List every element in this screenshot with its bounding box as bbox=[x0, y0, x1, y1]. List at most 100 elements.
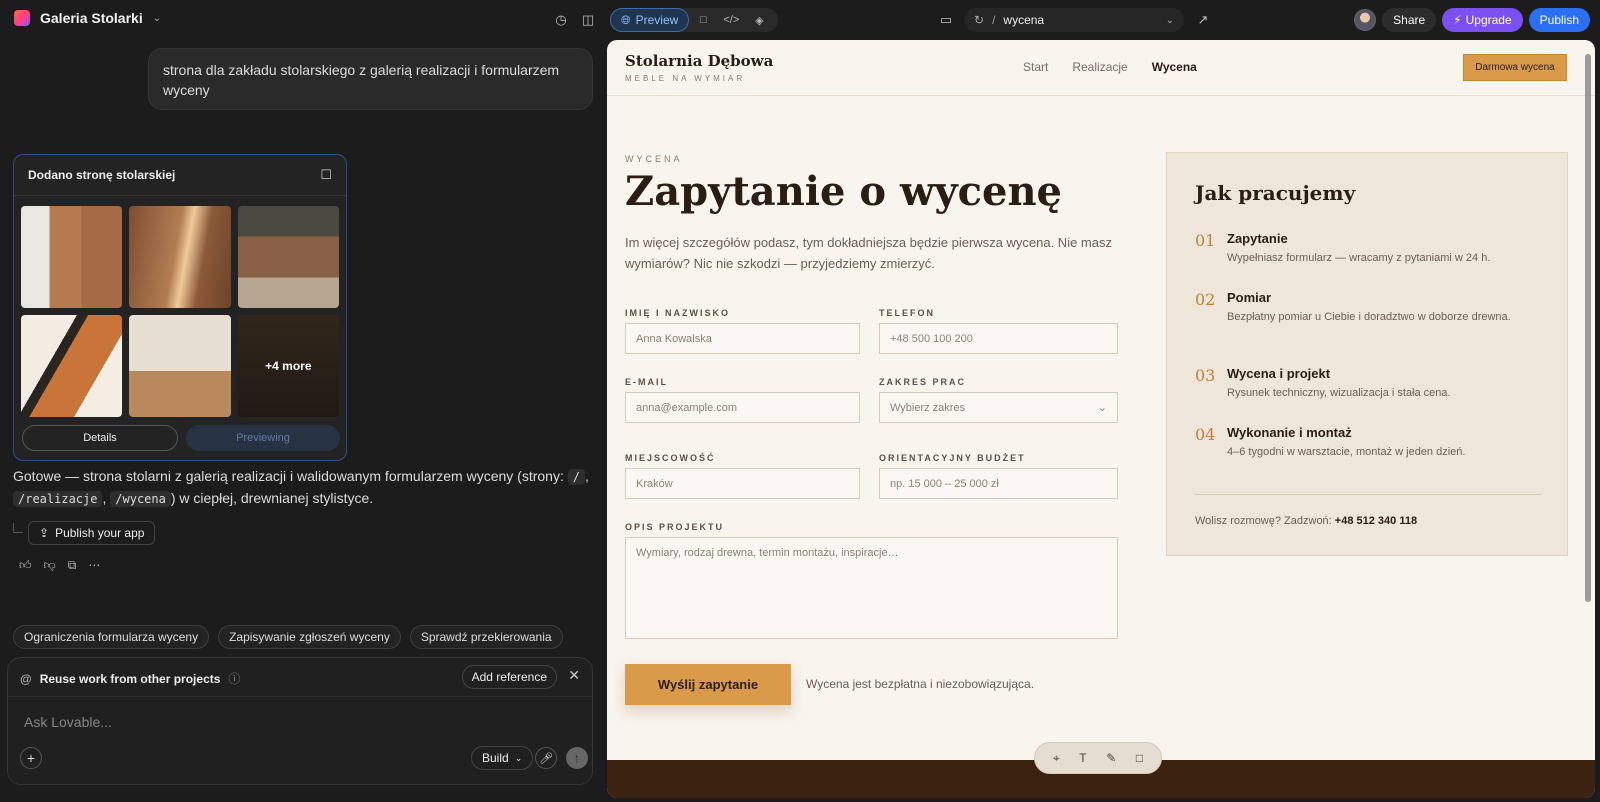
page-lead: Im więcej szczegółów podasz, tym dokładn… bbox=[625, 235, 1112, 271]
call-phone[interactable]: +48 512 340 118 bbox=[1335, 515, 1417, 527]
thumbs-up-icon[interactable]: 👍︎ bbox=[19, 558, 32, 573]
send-button[interactable]: ↑ bbox=[566, 747, 588, 769]
submit-note: Wycena jest bezpłatna i niezobowiązująca… bbox=[806, 677, 1035, 691]
step-title: Wycena i projekt bbox=[1227, 366, 1331, 381]
reuse-label: Reuse work from other projects bbox=[39, 671, 221, 686]
text-icon[interactable]: T bbox=[1079, 751, 1086, 765]
preview-label: Preview bbox=[635, 13, 679, 27]
upgrade-button[interactable]: ⚡︎ Upgrade bbox=[1442, 8, 1523, 32]
page-title: Zapytanie o wycenę bbox=[625, 168, 1062, 215]
globe-icon: 🌐︎ bbox=[621, 12, 631, 27]
chevron-down-icon[interactable]: ⌄ bbox=[1166, 15, 1174, 26]
share-button[interactable]: Share bbox=[1382, 8, 1437, 32]
add-reference-button[interactable]: Add reference bbox=[461, 665, 557, 689]
history-icon[interactable]: ◷ bbox=[549, 8, 573, 32]
thumbnail-stairs[interactable] bbox=[21, 315, 123, 417]
top-bar: Galeria Stolarki ⌄ ◷ ◫ 🌐︎ Preview □ </> … bbox=[0, 0, 1600, 40]
layers-icon[interactable]: ◈ bbox=[745, 8, 773, 32]
thumbnail-bathroom[interactable] bbox=[129, 315, 231, 417]
thumbs-down-icon[interactable]: 👎︎ bbox=[44, 558, 56, 573]
refresh-icon[interactable]: ↻ bbox=[974, 13, 984, 27]
publish-app-label: Publish your app bbox=[55, 526, 145, 540]
reaction-bar: 👍︎ 👎︎ ⧉ ⋯ bbox=[19, 558, 100, 573]
thumbnail-more[interactable]: +4 more bbox=[237, 315, 339, 417]
build-label: Build bbox=[482, 751, 509, 765]
reuse-banner: @ Reuse work from other projects ⓘ bbox=[20, 670, 240, 687]
thumbnail-wardrobe[interactable] bbox=[129, 206, 231, 308]
process-step: 03 Wycena i projekt Rysunek techniczny, w… bbox=[1195, 366, 1535, 402]
url-bar[interactable]: ↻ / wycena ⌄ bbox=[964, 8, 1184, 32]
card-title: Dodano stronę stolarskiej bbox=[28, 168, 176, 182]
sidebar-toggle-icon[interactable]: ◫ bbox=[576, 8, 600, 32]
preview-button[interactable]: 🌐︎ Preview bbox=[610, 8, 690, 32]
code-icon[interactable]: </> bbox=[717, 8, 745, 32]
site-preview: Stolarnia Dębowa MEBLE NA WYMIAR Start R… bbox=[607, 40, 1595, 798]
details-button[interactable]: Details bbox=[22, 425, 178, 451]
bookmark-icon[interactable]: ☐ bbox=[320, 167, 332, 183]
suggestion-chips: Ograniczenia formularza wyceny Zapisywan… bbox=[13, 625, 563, 649]
suggestion-chip[interactable]: Sprawdź przekierowania bbox=[409, 625, 563, 649]
info-icon[interactable]: ⓘ bbox=[228, 670, 240, 687]
process-panel: Jak pracujemy 01 Zapytanie Wypełniasz for… bbox=[1166, 152, 1568, 556]
suggestion-chip[interactable]: Ograniczenia formularza wyceny bbox=[13, 625, 210, 649]
select-element-icon[interactable]: ⌖ bbox=[1053, 751, 1060, 766]
upgrade-label: Upgrade bbox=[1465, 13, 1512, 27]
comment-icon[interactable]: □ bbox=[1136, 751, 1143, 765]
phone-label: TELEFON bbox=[879, 308, 935, 318]
ask-input[interactable] bbox=[24, 710, 544, 734]
top-right-actions: Share ⚡︎ Upgrade Publish bbox=[1354, 8, 1590, 32]
city-input[interactable]: Kraków bbox=[625, 468, 860, 499]
step-title: Wykonanie i montaż bbox=[1227, 425, 1352, 440]
nav-wycena[interactable]: Wycena bbox=[1152, 60, 1197, 74]
reply-comma: , bbox=[584, 468, 589, 484]
budget-input[interactable]: np. 15 000 – 25 000 zł bbox=[879, 468, 1118, 499]
nav-realizacje[interactable]: Realizacje bbox=[1072, 60, 1127, 74]
copy-icon[interactable]: ⧉ bbox=[68, 558, 77, 573]
external-link-icon[interactable]: ↗ bbox=[1191, 8, 1215, 32]
description-label: OPIS PROJEKTU bbox=[625, 522, 725, 532]
budget-label: ORIENTACYJNY BUDŻET bbox=[879, 453, 1026, 463]
thumbnail-table[interactable] bbox=[237, 206, 339, 308]
scope-value: Wybierz zakres bbox=[890, 401, 966, 414]
publish-button[interactable]: Publish bbox=[1528, 8, 1590, 32]
description-textarea[interactable]: Wymiary, rodzaj drewna, termin montażu, … bbox=[625, 537, 1118, 639]
url-path: wycena bbox=[1003, 13, 1045, 27]
close-icon[interactable]: ✕ bbox=[568, 667, 580, 684]
budget-field-group: ORIENTACYJNY BUDŻET np. 15 000 – 25 000 … bbox=[879, 453, 1118, 499]
device-icon[interactable]: ▭ bbox=[934, 8, 958, 32]
nav-start[interactable]: Start bbox=[1023, 60, 1048, 74]
project-switcher[interactable]: Galeria Stolarki ⌄ bbox=[14, 10, 161, 26]
step-desc: 4–6 tygodni w warsztacie, montaż w jeden… bbox=[1227, 446, 1466, 458]
scrollbar[interactable] bbox=[1585, 54, 1591, 602]
site-nav-links: Start Realizacje Wycena bbox=[1023, 60, 1197, 74]
submit-quote-button[interactable]: Wyślij zapytanie bbox=[625, 664, 791, 705]
microphone-icon[interactable]: 🎤︎ bbox=[535, 747, 557, 769]
build-mode-select[interactable]: Build ⌄ bbox=[471, 746, 534, 770]
avatar[interactable] bbox=[1354, 9, 1377, 31]
gallery-card[interactable]: Dodano stronę stolarskiej ☐ +4 more Deta… bbox=[13, 154, 347, 461]
route-realizacje: /realizacje bbox=[13, 491, 103, 507]
process-title: Jak pracujemy bbox=[1195, 181, 1356, 205]
process-step: 01 Zapytanie Wypełniasz formularz — wraca… bbox=[1195, 231, 1535, 267]
name-input[interactable]: Anna Kowalska bbox=[625, 323, 860, 354]
email-input[interactable]: anna@example.com bbox=[625, 392, 860, 423]
chevron-down-icon: ⌄ bbox=[152, 12, 162, 24]
scope-select[interactable]: Wybierz zakres ⌄ bbox=[879, 392, 1118, 423]
suggestion-chip[interactable]: Zapisywanie zgłoszeń wyceny bbox=[218, 625, 401, 649]
step-number: 01 bbox=[1195, 231, 1216, 250]
more-icon[interactable]: ⋯ bbox=[88, 558, 100, 573]
city-field-group: MIEJSCOWOŚĆ Kraków bbox=[625, 453, 860, 499]
thumbnail-kitchen[interactable] bbox=[21, 206, 123, 308]
phone-input[interactable]: +48 500 100 200 bbox=[879, 323, 1118, 354]
city-label: MIEJSCOWOŚĆ bbox=[625, 453, 716, 463]
previewing-button[interactable]: Previewing bbox=[186, 425, 340, 451]
project-name: Galeria Stolarki bbox=[40, 10, 143, 26]
step-desc: Bezpłatny pomiar u Ciebie i doradztwo w … bbox=[1227, 311, 1511, 323]
publish-app-button[interactable]: ⇪ Publish your app bbox=[28, 521, 156, 545]
pencil-icon[interactable]: ✎ bbox=[1106, 751, 1116, 765]
file-icon[interactable]: □ bbox=[689, 8, 717, 32]
free-quote-button[interactable]: Darmowa wycena bbox=[1463, 54, 1567, 81]
site-navbar: Stolarnia Dębowa MEBLE NA WYMIAR Start R… bbox=[607, 40, 1595, 96]
site-logo[interactable]: Stolarnia Dębowa bbox=[625, 52, 773, 70]
plus-icon[interactable]: + bbox=[20, 747, 42, 769]
